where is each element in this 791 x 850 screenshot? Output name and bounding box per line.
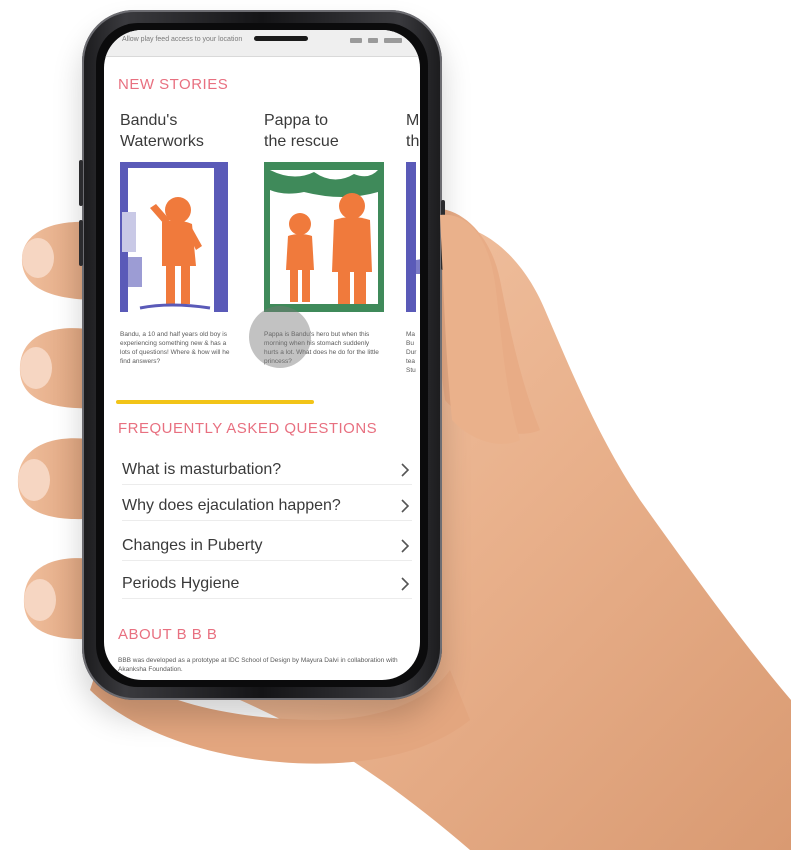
touch-indicator bbox=[249, 306, 311, 368]
scene: Allow play feed access to your location … bbox=[0, 0, 791, 850]
faq-item-label: Why does ejaculation happen? bbox=[122, 497, 341, 514]
story-title: M th bbox=[406, 112, 420, 150]
chevron-right-icon bbox=[398, 536, 412, 556]
wifi-icon bbox=[368, 37, 378, 43]
story-title: Pappa to the rescue bbox=[264, 112, 339, 150]
phone-device: Allow play feed access to your location … bbox=[79, 10, 445, 700]
chevron-right-icon bbox=[398, 460, 412, 480]
faq-heading: FREQUENTLY ASKED QUESTIONS bbox=[118, 420, 378, 437]
faq-item-puberty[interactable]: Changes in Puberty bbox=[122, 532, 412, 561]
faq-item-label: Changes in Puberty bbox=[122, 537, 263, 554]
story-illustration bbox=[264, 162, 384, 312]
about-text: BBB was developed as a prototype at IDC … bbox=[118, 657, 398, 673]
volume-button bbox=[79, 220, 83, 266]
story-illustration bbox=[120, 162, 230, 322]
faq-item-label: Periods Hygiene bbox=[122, 575, 240, 592]
signal-icon bbox=[350, 37, 362, 43]
faq-item-ejaculation[interactable]: Why does ejaculation happen? bbox=[122, 492, 412, 521]
story-description: Bandu, a 10 and half years old boy is ex… bbox=[120, 331, 230, 365]
story-card[interactable]: M th Ma Bu Dur tea Stu bbox=[406, 110, 420, 374]
status-bar-text: Allow play feed access to your location bbox=[122, 36, 243, 43]
status-bar: Allow play feed access to your location bbox=[104, 30, 420, 57]
faq-item-periods-hygiene[interactable]: Periods Hygiene bbox=[122, 570, 412, 599]
battery-icon bbox=[384, 37, 402, 43]
about-heading: ABOUT B B B bbox=[118, 626, 218, 643]
story-illustration bbox=[406, 162, 420, 312]
status-icons bbox=[342, 37, 402, 43]
story-title: Bandu's Waterworks bbox=[120, 112, 204, 150]
story-card[interactable]: Bandu's Waterworks Bandu, a 10 and half … bbox=[120, 110, 240, 365]
story-description: Ma Bu Dur tea Stu bbox=[406, 331, 417, 374]
speaker-notch bbox=[254, 36, 308, 41]
faq-item-masturbation[interactable]: What is masturbation? bbox=[122, 456, 412, 485]
carousel-progress-bar bbox=[116, 400, 314, 404]
chevron-right-icon bbox=[398, 496, 412, 516]
chevron-right-icon bbox=[398, 574, 412, 594]
story-card[interactable]: Pappa to the rescue Pappa is Bandu's her… bbox=[264, 110, 384, 365]
faq-item-label: What is masturbation? bbox=[122, 461, 282, 478]
app-screen: Allow play feed access to your location … bbox=[104, 30, 420, 680]
volume-button bbox=[79, 160, 83, 206]
new-stories-heading: NEW STORIES bbox=[118, 76, 229, 93]
power-button bbox=[441, 200, 445, 270]
